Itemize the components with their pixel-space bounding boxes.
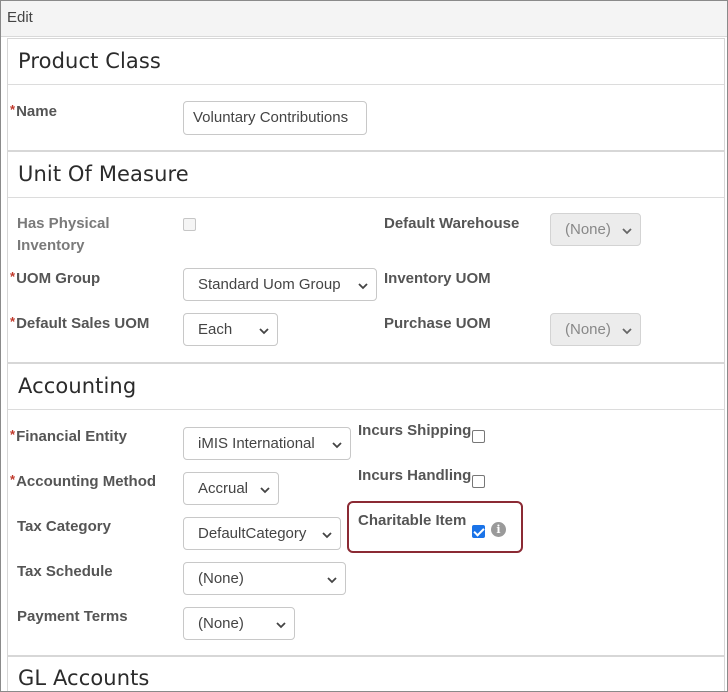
accounting-method-label: *Accounting Method	[10, 471, 156, 493]
accounting-method-label-text: Accounting Method	[16, 473, 157, 490]
purchase-uom-label: Purchase UOM	[384, 315, 491, 332]
has-physical-inventory-checkbox[interactable]	[183, 218, 196, 231]
tax-category-label: Tax Category	[17, 518, 111, 535]
payment-terms-select[interactable]: (None)	[183, 607, 295, 640]
required-mark: *	[10, 314, 16, 329]
tax-category-value: DefaultCategory	[198, 525, 307, 542]
panel-header: Edit	[1, 1, 727, 37]
uom-group-select[interactable]: Standard Uom Group	[183, 268, 377, 301]
chevron-down-icon	[276, 622, 286, 629]
default-sales-uom-label: *Default Sales UOM	[10, 313, 149, 335]
product-class-section: Product Class *Name Voluntary Contributi…	[7, 38, 725, 151]
default-warehouse-value: (None)	[565, 221, 611, 238]
incurs-shipping-checkbox[interactable]	[472, 430, 485, 443]
chevron-down-icon	[327, 577, 337, 584]
incurs-handling-checkbox[interactable]	[472, 475, 485, 488]
gl-accounts-title: GL Accounts	[18, 666, 150, 690]
accounting-section: Accounting *Financial Entity iMIS Intern…	[7, 363, 725, 656]
charitable-item-checkbox[interactable]	[472, 525, 485, 538]
chevron-down-icon	[322, 532, 332, 539]
tax-schedule-select[interactable]: (None)	[183, 562, 346, 595]
name-label: *Name	[10, 101, 57, 123]
chevron-down-icon	[622, 228, 632, 235]
section-divider	[8, 197, 724, 198]
default-sales-uom-label-text: Default Sales UOM	[16, 315, 150, 332]
financial-entity-label-text: Financial Entity	[16, 428, 127, 445]
uom-group-value: Standard Uom Group	[198, 276, 341, 293]
financial-entity-select[interactable]: iMIS International	[183, 427, 351, 460]
chevron-down-icon	[358, 283, 368, 290]
financial-entity-value: iMIS International	[198, 435, 315, 452]
section-divider	[8, 409, 724, 410]
tax-schedule-label: Tax Schedule	[17, 563, 113, 580]
gl-accounts-section: GL Accounts	[7, 656, 725, 691]
default-sales-uom-select[interactable]: Each	[183, 313, 278, 346]
required-mark: *	[10, 102, 16, 117]
purchase-uom-select[interactable]: (None)	[550, 313, 641, 346]
charitable-item-label: Charitable Item	[358, 512, 467, 529]
financial-entity-label: *Financial Entity	[10, 426, 127, 448]
incurs-shipping-label: Incurs Shipping	[358, 422, 472, 439]
info-icon[interactable]: i	[491, 522, 506, 537]
chevron-down-icon	[259, 328, 269, 335]
accounting-title: Accounting	[18, 374, 137, 398]
name-label-text: Name	[16, 103, 57, 120]
required-mark: *	[10, 427, 16, 442]
inventory-uom-label: Inventory UOM	[384, 270, 491, 287]
edit-panel: Edit Product Class *Name Voluntary Contr…	[0, 0, 728, 692]
required-mark: *	[10, 269, 16, 284]
payment-terms-label: Payment Terms	[17, 608, 128, 625]
incurs-handling-label: Incurs Handling	[358, 467, 472, 484]
accounting-method-select[interactable]: Accrual	[183, 472, 279, 505]
required-mark: *	[10, 472, 16, 487]
product-class-title: Product Class	[18, 49, 161, 73]
purchase-uom-value: (None)	[565, 321, 611, 338]
unit-of-measure-title: Unit Of Measure	[18, 162, 189, 186]
uom-group-label-text: UOM Group	[16, 270, 101, 287]
panel-title: Edit	[7, 9, 33, 26]
chevron-down-icon	[622, 328, 632, 335]
payment-terms-value: (None)	[198, 615, 244, 632]
name-input[interactable]: Voluntary Contributions	[183, 101, 367, 135]
chevron-down-icon	[260, 487, 270, 494]
accounting-method-value: Accrual	[198, 480, 249, 497]
tax-schedule-value: (None)	[198, 570, 244, 587]
tax-category-select[interactable]: DefaultCategory	[183, 517, 341, 550]
section-divider	[8, 84, 724, 85]
default-warehouse-select[interactable]: (None)	[550, 213, 641, 246]
has-physical-inventory-label: Has Physical Inventory	[17, 215, 110, 254]
unit-of-measure-section: Unit Of Measure Has Physical Inventory D…	[7, 151, 725, 363]
uom-group-label: *UOM Group	[10, 268, 100, 290]
default-warehouse-label: Default Warehouse	[384, 215, 520, 232]
default-sales-uom-value: Each	[198, 321, 233, 338]
chevron-down-icon	[332, 442, 342, 449]
